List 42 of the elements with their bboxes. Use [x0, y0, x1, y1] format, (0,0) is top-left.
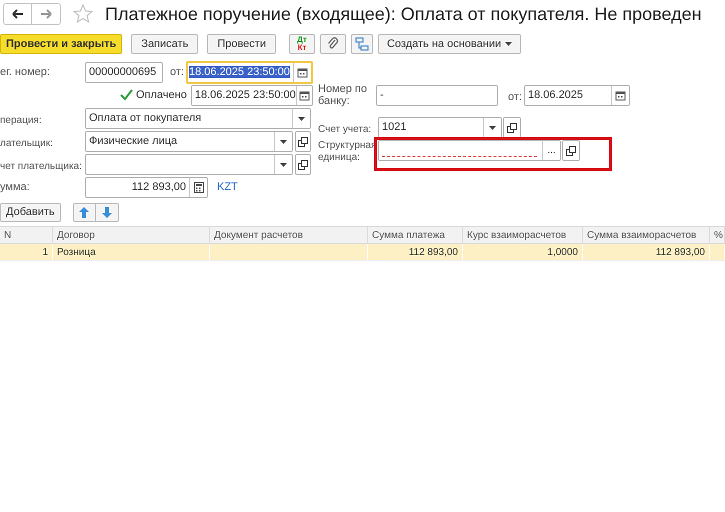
column-header[interactable]: Курс взаиморасчетов — [463, 227, 583, 243]
field-label: Структурная единица: — [318, 140, 372, 164]
operation-field[interactable]: Оплата от покупателя — [85, 108, 311, 129]
paid-date-field[interactable]: 18.06.2025 23:50:00 — [190, 85, 313, 106]
table-cell: 112 893,00 — [583, 244, 710, 260]
window-title: Платежное поручение (входящее): Оплата от покупателя. Не проведен — [105, 2, 702, 26]
create-based-on-button[interactable]: Создать на основании — [378, 34, 522, 54]
sum-field[interactable]: 112 893,00 — [85, 177, 208, 198]
bank-date-field[interactable]: 18.06.2025 — [524, 85, 630, 106]
field-label: ег. номер: — [0, 65, 51, 80]
field-label: лательщик: — [0, 138, 53, 148]
payer-field[interactable]: Физические лица — [85, 131, 293, 152]
select-button[interactable]: ... — [542, 141, 560, 160]
paid-label: Оплачено — [136, 88, 187, 104]
account-field[interactable]: 1021 — [378, 117, 502, 138]
column-header[interactable]: Документ расчетов — [210, 227, 368, 243]
field-label: чет плательщика: — [0, 160, 82, 172]
table-cell: Розница — [53, 244, 210, 260]
date-field[interactable]: 18.06.2025 23:50:00 — [186, 61, 313, 84]
table-cell: 1 — [0, 244, 53, 260]
add-button[interactable]: Добавить — [0, 202, 61, 222]
toolbar-button[interactable]: Записать — [131, 34, 198, 54]
unit-field[interactable]: ... — [378, 140, 561, 161]
column-header[interactable]: Сумма платежа — [368, 227, 463, 243]
column-header[interactable]: N — [0, 227, 53, 243]
table-cell: 112 893,00 — [368, 244, 463, 260]
toolbar-button[interactable]: Провести — [207, 34, 276, 54]
bank-number-field[interactable]: - — [376, 85, 498, 106]
dt-kt-button[interactable]: Дт Кт — [288, 34, 315, 54]
post-and-close-button[interactable]: Провести и закрыть — [0, 34, 122, 54]
field-label: Счет учета: — [318, 124, 372, 134]
currency-link[interactable]: KZT — [217, 179, 238, 196]
field-label: от: — [170, 65, 184, 80]
reg-number-field[interactable]: 00000000695 — [85, 62, 163, 83]
field-label: перация: — [0, 114, 42, 126]
field-label: умма: — [0, 180, 31, 196]
column-header[interactable]: Договор — [53, 227, 210, 243]
table-cell: 1,0000 — [463, 244, 583, 260]
field-label: от: — [508, 90, 522, 105]
column-header[interactable]: % — [710, 227, 725, 243]
column-header[interactable]: Сумма взаиморасчетов — [583, 227, 710, 243]
field-label: Номер по банку: — [318, 83, 368, 107]
